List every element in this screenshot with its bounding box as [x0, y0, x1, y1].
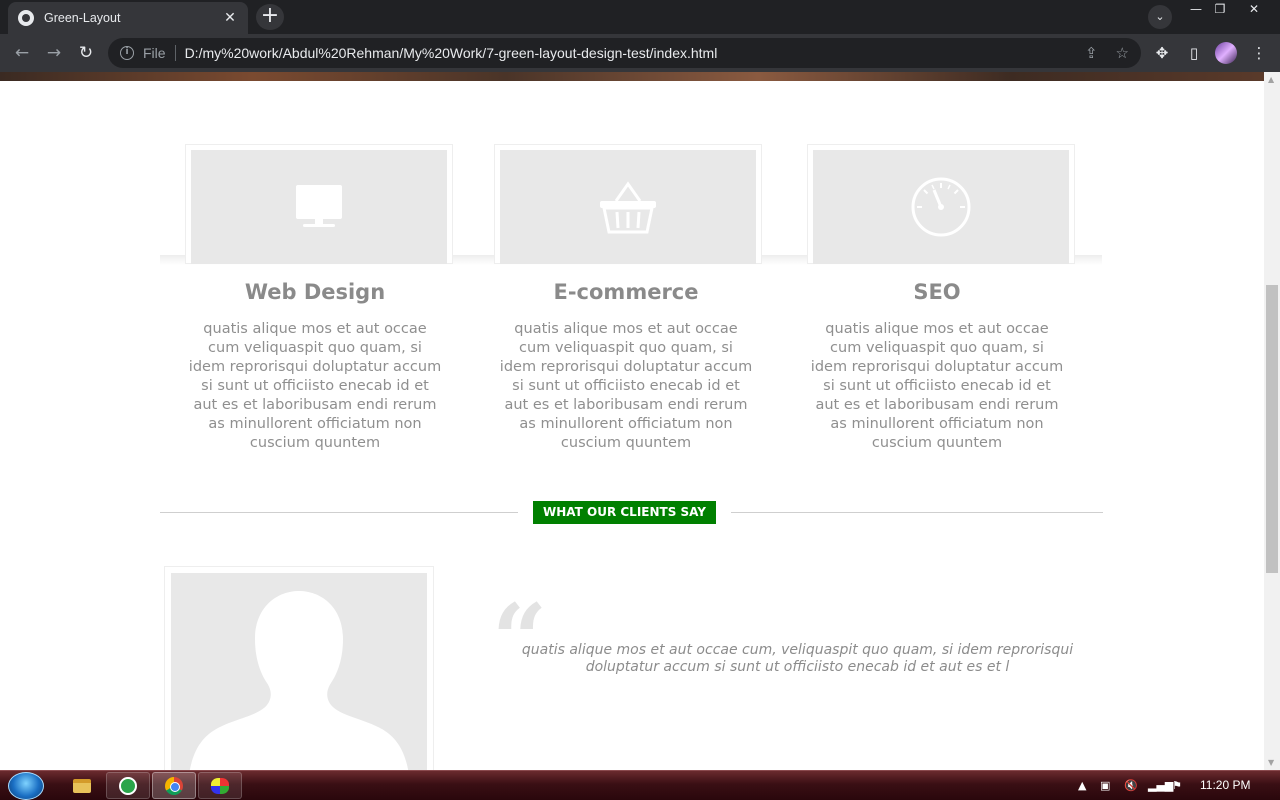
service-column: E-commerce quatis alique mos et aut occa… — [499, 280, 753, 453]
person-silhouette-icon — [189, 591, 409, 770]
service-title: E-commerce — [553, 280, 699, 304]
service-image-card — [807, 144, 1075, 264]
close-tab-icon[interactable]: ✕ — [222, 10, 238, 26]
service-description: quatis alique mos et aut occae cum veliq… — [499, 321, 753, 451]
share-icon[interactable]: ⇪ — [1085, 44, 1098, 62]
back-icon[interactable]: ← — [9, 41, 35, 65]
testimonial-quote: quatis alique mos et aut occae cum, veli… — [521, 642, 1074, 675]
profile-avatar[interactable] — [1215, 42, 1237, 64]
divider-line-left — [160, 512, 518, 513]
service-description: quatis alique mos et aut occae cum veliq… — [810, 321, 1064, 451]
divider-line-right — [731, 512, 1103, 513]
scroll-down-icon[interactable]: ▼ — [1268, 758, 1274, 767]
globe-icon — [18, 10, 34, 26]
service-image-placeholder — [191, 150, 447, 264]
extensions-icon[interactable]: ✥ — [1152, 43, 1172, 63]
page-scrollbar[interactable]: ▲ ▼ — [1264, 72, 1280, 770]
client-avatar-frame — [164, 566, 434, 770]
url-text[interactable]: D:/my%20work/Abdul%20Rehman/My%20Work/7-… — [185, 45, 1067, 61]
device-icon[interactable]: ▣ — [1100, 779, 1110, 792]
whatsapp-icon — [119, 776, 137, 795]
restore-icon[interactable]: ❐ — [1206, 0, 1234, 20]
service-image-card — [494, 144, 762, 264]
client-avatar-placeholder — [171, 573, 427, 770]
action-center-icon[interactable]: ⚑ — [1172, 779, 1182, 792]
site-info-icon[interactable]: i — [120, 46, 134, 60]
volume-muted-icon[interactable]: 🔇 — [1124, 779, 1138, 792]
browser-toolbar: ← → ↻ i File D:/my%20work/Abdul%20Rehman… — [0, 34, 1280, 72]
close-window-icon[interactable]: ✕ — [1240, 0, 1268, 20]
service-image-placeholder — [813, 150, 1069, 264]
whatsapp-taskbar-button[interactable] — [106, 772, 150, 799]
network-signal-icon[interactable]: ▂▄▆ — [1148, 779, 1173, 792]
explorer-taskbar-button[interactable] — [60, 772, 104, 799]
new-tab-button[interactable]: + — [256, 4, 284, 30]
side-panel-icon[interactable]: ▯ — [1184, 43, 1204, 63]
address-bar[interactable]: i File D:/my%20work/Abdul%20Rehman/My%20… — [108, 38, 1141, 68]
paint-icon — [211, 777, 229, 794]
service-description: quatis alique mos et aut occae cum veliq… — [188, 321, 442, 451]
tab-title: Green-Layout — [44, 11, 121, 25]
system-clock[interactable]: 11:20 PM — [1200, 778, 1250, 792]
browser-tab[interactable]: Green-Layout ✕ — [8, 2, 248, 34]
windows-taskbar: ▲ ▣ 🔇 ▂▄▆ ⚑ 11:20 PM — [0, 770, 1280, 800]
chrome-taskbar-button[interactable] — [152, 772, 196, 799]
scroll-up-icon[interactable]: ▲ — [1268, 75, 1274, 84]
omnibox-separator — [174, 45, 176, 61]
bookmark-star-icon[interactable]: ☆ — [1116, 44, 1129, 62]
browser-tab-bar: Green-Layout ✕ + ⌄ — ❐ ✕ — [0, 0, 1280, 34]
service-column: Web Design quatis alique mos et aut occa… — [188, 280, 442, 453]
page-viewport: Web Design quatis alique mos et aut occa… — [0, 72, 1264, 770]
folder-icon — [73, 778, 91, 793]
file-label: File — [143, 45, 166, 61]
forward-icon[interactable]: → — [41, 41, 67, 65]
chrome-icon — [165, 776, 183, 795]
start-button[interactable] — [8, 772, 44, 800]
reload-icon[interactable]: ↻ — [73, 41, 99, 65]
service-column: SEO quatis alique mos et aut occae cum v… — [810, 280, 1064, 453]
service-title: Web Design — [244, 280, 386, 304]
paint-taskbar-button[interactable] — [198, 772, 242, 799]
speedometer-icon — [911, 177, 971, 237]
scrollbar-thumb[interactable] — [1266, 285, 1278, 573]
service-title: SEO — [913, 280, 961, 304]
menu-icon[interactable]: ⋮ — [1249, 43, 1269, 63]
monitor-icon — [296, 185, 342, 227]
tab-search-icon[interactable]: ⌄ — [1148, 5, 1172, 29]
service-image-card — [185, 144, 453, 264]
hero-image-strip — [0, 72, 1264, 81]
shopping-basket-icon — [600, 181, 656, 234]
service-image-placeholder — [500, 150, 756, 264]
clients-section-heading: WHAT OUR CLIENTS SAY — [533, 501, 716, 524]
show-hidden-icons-icon[interactable]: ▲ — [1078, 779, 1086, 792]
